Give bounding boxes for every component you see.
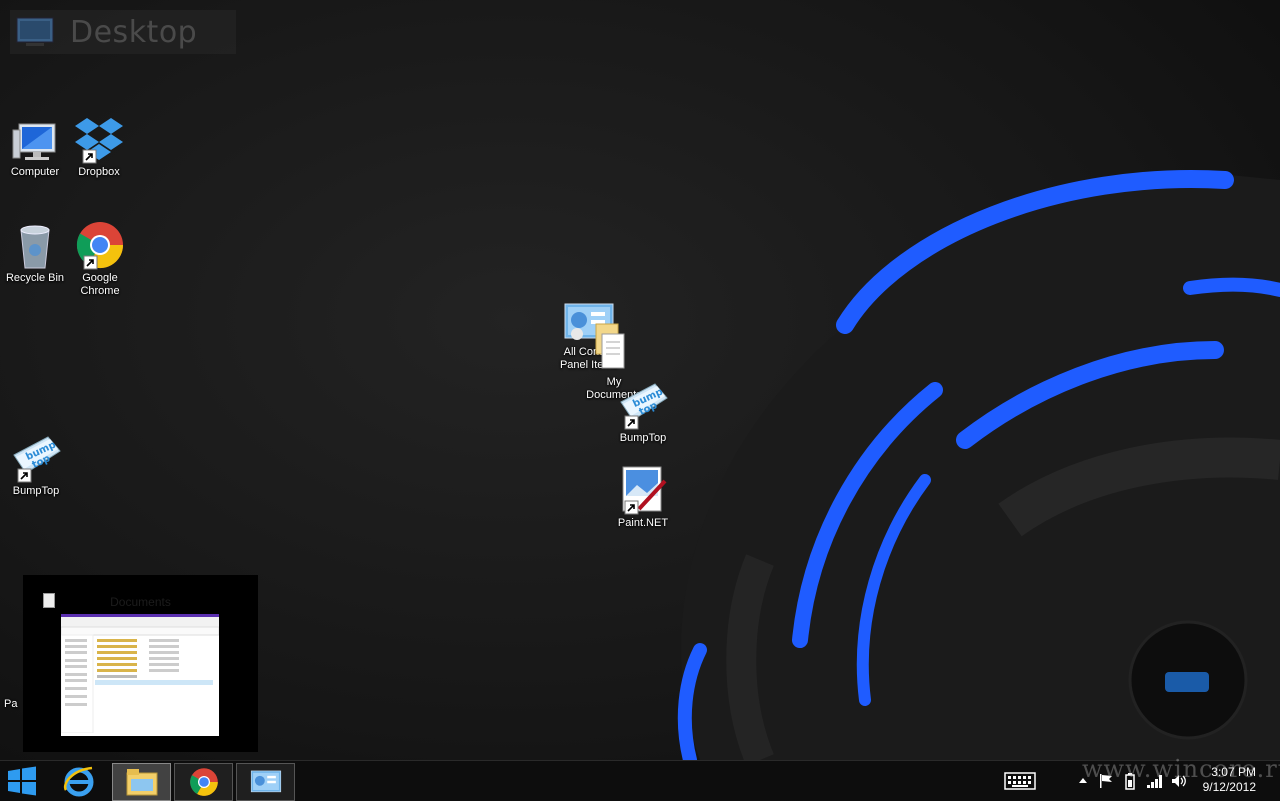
file-explorer-button[interactable] xyxy=(112,763,171,801)
watermark: www.wincore.ru xyxy=(1082,755,1280,783)
paint-net-label: Paint.NET xyxy=(617,517,669,529)
desktop-icon xyxy=(16,17,54,46)
bumptop-left-label: BumpTop xyxy=(12,485,60,497)
dropbox-icon xyxy=(75,118,123,164)
bumptop-icon: bump top xyxy=(13,436,61,483)
desktop-icon-google-chrome[interactable]: Google Chrome xyxy=(62,220,138,298)
recycle-bin-icon xyxy=(20,225,50,269)
internet-explorer-button[interactable] xyxy=(52,763,106,799)
my-documents-icon xyxy=(595,323,625,369)
desktop-icon-paint-net[interactable]: Paint.NET xyxy=(605,465,681,530)
google-chrome-label-line1: Google xyxy=(82,272,118,284)
thumbnail-window-preview[interactable] xyxy=(60,614,220,736)
control-panel-icon xyxy=(250,770,281,793)
dropbox-label: Dropbox xyxy=(78,166,120,178)
chrome-icon xyxy=(189,768,218,796)
explorer-window-preview xyxy=(60,617,220,734)
google-chrome-label-line2: Chrome xyxy=(80,285,120,297)
control-panel-button[interactable] xyxy=(236,763,295,801)
start-button[interactable] xyxy=(4,763,40,799)
desktop-title: Desktop xyxy=(70,14,198,50)
desktop-icon-dropbox[interactable]: Dropbox xyxy=(61,114,137,179)
thumbnail-title: Documents xyxy=(110,595,171,609)
taskbar-thumbnail-preview[interactable]: Documents xyxy=(23,575,258,752)
file-explorer-icon xyxy=(126,769,157,796)
touch-keyboard-button[interactable] xyxy=(1004,761,1036,801)
desktop-icon-bumptop-center[interactable]: bump top BumpTop xyxy=(605,380,681,445)
windows-logo-icon xyxy=(8,766,36,796)
chrome-button[interactable] xyxy=(174,763,233,801)
internet-explorer-icon xyxy=(63,766,94,797)
bumptop-icon: bump top xyxy=(620,383,668,430)
paint-net-icon xyxy=(622,466,667,515)
computer-icon xyxy=(12,123,56,160)
desktop-icon-bumptop-left[interactable]: bump top BumpTop xyxy=(0,433,74,498)
bumptop-center-label: BumpTop xyxy=(619,432,667,444)
chrome-icon xyxy=(76,222,124,270)
keyboard-icon xyxy=(1004,772,1036,790)
desktop-header: Desktop xyxy=(10,10,236,54)
